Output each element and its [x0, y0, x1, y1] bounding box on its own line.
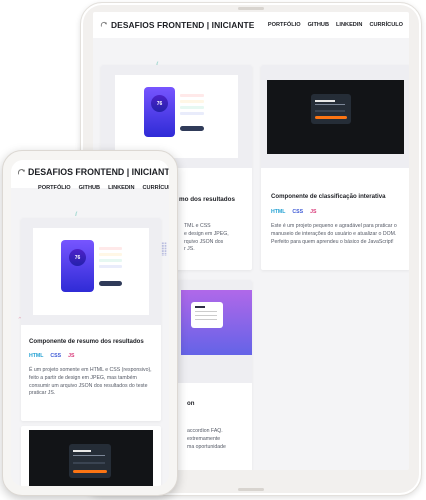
nav-curriculo[interactable]: CURRÍCULO — [369, 22, 403, 28]
nav-curriculo[interactable]: CURRÍCULO — [143, 185, 169, 191]
project-card[interactable]: 76 Componente de resumo dos resultados H… — [21, 218, 161, 421]
nav-portfolio[interactable]: PORTFÓLIO — [38, 185, 71, 191]
tablet-home-bar — [238, 488, 264, 491]
card-title: on — [187, 400, 195, 407]
score-value: 76 — [156, 100, 163, 107]
tech-tags: HTML CSS JS — [271, 209, 316, 215]
tag-css: CSS — [292, 209, 304, 215]
site-title: DESAFIOS FRONTEND | INICIANTE — [28, 167, 169, 177]
nav-github[interactable]: GITHUB — [79, 185, 100, 191]
nav-linkedin[interactable]: LINKEDIN — [336, 22, 362, 28]
phone-header: DESAFIOS FRONTEND | INICIANTE PORTFÓLIO … — [11, 160, 169, 191]
site-brand[interactable]: DESAFIOS FRONTEND | INICIANTE — [17, 163, 169, 181]
card-description: É um projeto somente em HTML e CSS (resp… — [29, 367, 152, 397]
results-panel — [61, 240, 94, 292]
card-title: Componente de classificação interativa — [271, 193, 386, 200]
site-title: DESAFIOS FRONTEND | INICIANTE — [111, 20, 255, 30]
tablet-camera — [238, 7, 264, 10]
phone-mockup: DESAFIOS FRONTEND | INICIANTE PORTFÓLIO … — [2, 150, 178, 496]
site-brand[interactable]: DESAFIOS FRONTEND | INICIANTE — [100, 20, 254, 30]
tag-js: JS — [68, 353, 75, 359]
project-card[interactable]: Componente de classificação interativa H… — [261, 65, 409, 270]
submit-button — [315, 116, 347, 119]
arrow-swirl-icon — [17, 163, 25, 181]
nav-portfolio[interactable]: PORTFÓLIO — [268, 22, 301, 28]
tablet-nav: PORTFÓLIO GITHUB LINKEDIN CURRÍCULO — [268, 22, 403, 28]
score-value: 76 — [74, 254, 81, 261]
nav-github[interactable]: GITHUB — [308, 22, 329, 28]
project-thumbnail: 76 — [21, 218, 161, 325]
card-title: mo dos resultados — [179, 196, 235, 203]
tag-js: JS — [310, 209, 317, 215]
card-description: Este é um projeto pequeno e agradável pa… — [271, 223, 397, 245]
card-description: accordion FAQ. extremamente ma oportunid… — [187, 428, 226, 450]
tag-html: HTML — [29, 353, 44, 359]
submit-button — [73, 470, 107, 473]
rating-card — [69, 444, 111, 478]
tag-html: HTML — [271, 209, 286, 215]
card-description: TML e CSS e design em JPEG, rquivo JSON … — [184, 223, 229, 253]
arrow-swirl-icon — [100, 21, 107, 30]
tablet-header: DESAFIOS FRONTEND | INICIANTE PORTFÓLIO … — [93, 12, 409, 38]
phone-nav: PORTFÓLIO GITHUB LINKEDIN CURRÍCULO — [17, 185, 169, 191]
tech-tags: HTML CSS JS — [29, 353, 74, 359]
nav-linkedin[interactable]: LINKEDIN — [108, 185, 134, 191]
score-circle: 76 — [69, 249, 86, 266]
tag-css: CSS — [50, 353, 62, 359]
card-title: Componente de resumo dos resultados — [29, 338, 144, 345]
project-card[interactable] — [21, 426, 161, 486]
rating-card — [311, 94, 351, 124]
project-thumbnail — [261, 65, 409, 168]
phone-screen: DESAFIOS FRONTEND | INICIANTE PORTFÓLIO … — [11, 160, 169, 486]
score-circle: 76 — [151, 95, 168, 112]
